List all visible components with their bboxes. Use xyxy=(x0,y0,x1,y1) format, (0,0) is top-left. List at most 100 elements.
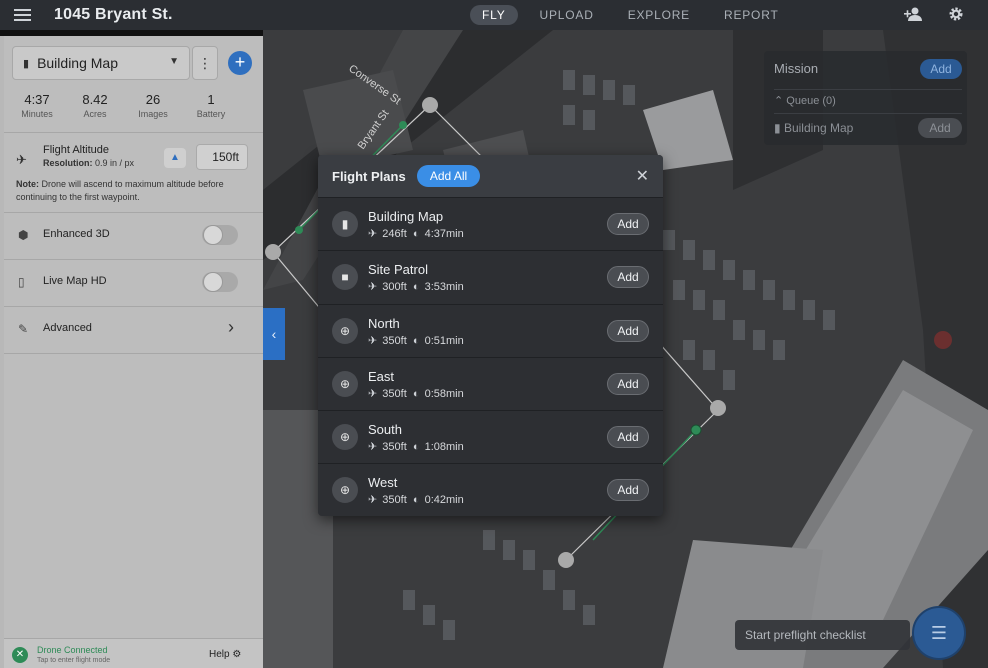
close-icon[interactable]: ✕ xyxy=(636,166,649,186)
collapse-sidebar-button[interactable]: ‹ xyxy=(263,308,285,360)
top-actions xyxy=(904,6,964,26)
stat-label: Minutes xyxy=(21,109,53,119)
flight-plan-list: ▮ Building Map ✈ 246ft ◐ 4:37min Add ■ Site P… xyxy=(318,197,663,517)
checklist-icon[interactable]: ☰ xyxy=(912,606,966,660)
page-title: 1045 Bryant St. xyxy=(54,6,173,23)
add-plan-button[interactable]: Add xyxy=(607,426,649,449)
live-map-hd-toggle[interactable] xyxy=(202,272,238,292)
help-button[interactable]: Help ⚙ xyxy=(209,649,241,660)
add-plan-button[interactable]: Add xyxy=(607,479,649,502)
add-plan-button[interactable]: Add xyxy=(607,213,649,235)
settings-icon: ⚙ xyxy=(232,649,242,660)
divider xyxy=(4,132,263,133)
drone-status-title: Drone Connected xyxy=(37,645,108,655)
flight-plan-duration: 4:37min xyxy=(424,228,464,240)
modal-title: Flight Plans xyxy=(332,169,406,184)
flight-plan-altitude: 350ft xyxy=(382,334,407,347)
add-all-button[interactable]: Add All xyxy=(417,165,480,187)
stat-value: 4:37 xyxy=(24,92,50,107)
mission-item: ▮ Building Map Add xyxy=(774,113,962,138)
map-icon: ▮ xyxy=(332,211,358,237)
mission-item-label-wrap: ▮ Building Map xyxy=(774,121,853,135)
airplane-icon: ✈ xyxy=(368,334,378,347)
queue-label: Queue (0) xyxy=(786,95,836,107)
plan-select[interactable]: ▮ Building Map ▼ xyxy=(12,46,190,80)
flight-plan-altitude: 350ft xyxy=(382,387,407,400)
add-plan-button[interactable]: Add xyxy=(607,319,649,342)
video-icon: ■ xyxy=(332,264,358,291)
flight-plan-name: West xyxy=(368,475,398,491)
chevron-up-icon: ⌃ xyxy=(774,95,784,107)
tab-fly[interactable]: FLY xyxy=(470,5,518,25)
menu-icon[interactable] xyxy=(0,0,44,30)
flight-plan-row: ⊕ East ✈ 350ft ◐ 0:58min Add xyxy=(318,356,663,410)
flight-plan-duration: 1:08min xyxy=(424,441,464,454)
flight-plan-meta: ✈ 300ft ◐ 3:53min xyxy=(368,280,464,293)
flight-plan-name: East xyxy=(368,368,395,384)
sidebar: ▮ Building Map ▼ ⋮ + 4:37 Minutes 8.42 A… xyxy=(0,36,263,668)
mission-item-label: Building Map xyxy=(783,121,854,135)
stat-images: 26 Images xyxy=(124,92,182,119)
add-plan-button[interactable]: + xyxy=(228,51,252,75)
altitude-input[interactable]: 150ft xyxy=(196,144,248,170)
tab-report[interactable]: REPORT xyxy=(712,5,791,25)
option-label: Advanced xyxy=(43,322,92,334)
note-label: Note: xyxy=(16,179,39,189)
stat-acres: 8.42 Acres xyxy=(66,92,124,119)
flight-plan-duration: 3:53min xyxy=(424,281,464,294)
option-live-map-hd: ▯ Live Map HD xyxy=(4,260,263,306)
help-label: Help xyxy=(209,649,230,660)
cube-icon: ⬢ xyxy=(18,228,29,242)
flight-plan-altitude: 350ft xyxy=(382,441,407,454)
flight-plan-row: ⊕ West ✈ 350ft ◐ 0:42min Add xyxy=(318,463,663,516)
note-text: Drone will ascend to maximum altitude be… xyxy=(16,179,224,202)
option-advanced[interactable]: ✎ Advanced › xyxy=(4,307,263,353)
globe-icon: ⊕ xyxy=(332,424,358,451)
plan-select-value: Building Map xyxy=(37,55,118,71)
flight-plan-row: ⊕ South ✈ 350ft ◐ 1:08min Add xyxy=(318,410,663,463)
flight-plan-altitude: 350ft xyxy=(382,494,407,507)
tab-explore[interactable]: EXPLORE xyxy=(616,5,702,25)
stat-value: 26 xyxy=(145,92,161,107)
queue-toggle[interactable]: ⌃ Queue (0) xyxy=(774,89,962,107)
stat-battery: 1 Battery xyxy=(182,92,240,119)
flight-plan-name: South xyxy=(368,422,402,438)
option-enhanced-3d: ⬢ Enhanced 3D xyxy=(4,213,263,259)
stat-label: Battery xyxy=(196,109,226,119)
stat-label: Acres xyxy=(83,109,107,119)
flight-plan-altitude: 246ft xyxy=(382,228,407,240)
mission-add-button[interactable]: Add xyxy=(920,59,962,79)
globe-icon: ⊕ xyxy=(332,370,358,397)
flight-plan-row: ■ Site Patrol ✈ 300ft ◐ 3:53min Add xyxy=(318,250,663,303)
flight-plan-meta: ✈ 350ft ◐ 0:42min xyxy=(368,493,464,506)
airplane-icon: ✈ xyxy=(368,228,378,240)
airplane-icon: ✈ xyxy=(368,281,378,294)
main-nav: FLY UPLOAD EXPLORE REPORT xyxy=(470,5,801,25)
add-plan-button[interactable]: Add xyxy=(607,372,649,395)
divider xyxy=(4,353,263,354)
tab-upload[interactable]: UPLOAD xyxy=(528,5,606,25)
preflight-checklist-button[interactable]: Start preflight checklist xyxy=(735,620,910,650)
more-options-button[interactable]: ⋮ xyxy=(192,46,218,80)
stat-value: 8.42 xyxy=(82,92,108,107)
add-plan-button[interactable]: Add xyxy=(607,266,649,289)
flight-plan-meta: ✈ 350ft ◐ 0:51min xyxy=(368,334,464,347)
terrain-icon[interactable]: ▲ xyxy=(164,148,186,168)
add-user-icon[interactable] xyxy=(904,6,924,26)
airplane-icon: ✈ xyxy=(368,441,378,454)
mission-item-add-button[interactable]: Add xyxy=(918,118,962,138)
flight-plan-name: North xyxy=(368,315,400,331)
globe-icon: ⊕ xyxy=(332,477,358,504)
drone-status-bar[interactable]: ✕ Drone Connected Tap to enter flight mo… xyxy=(4,638,263,668)
stat-value: 1 xyxy=(207,92,215,107)
option-label: Live Map HD xyxy=(43,275,107,287)
gear-icon[interactable] xyxy=(948,6,964,26)
modal-header: Flight Plans Add All ✕ xyxy=(318,155,663,197)
flight-plan-altitude: 300ft xyxy=(382,281,407,294)
clock-icon: ◐ xyxy=(412,334,420,347)
top-bar: 1045 Bryant St. FLY UPLOAD EXPLORE REPOR… xyxy=(0,0,988,30)
enhanced-3d-toggle[interactable] xyxy=(202,225,238,245)
clock-icon: ◐ xyxy=(412,281,420,294)
clock-icon: ◐ xyxy=(412,228,420,240)
clock-icon: ◐ xyxy=(412,441,420,454)
